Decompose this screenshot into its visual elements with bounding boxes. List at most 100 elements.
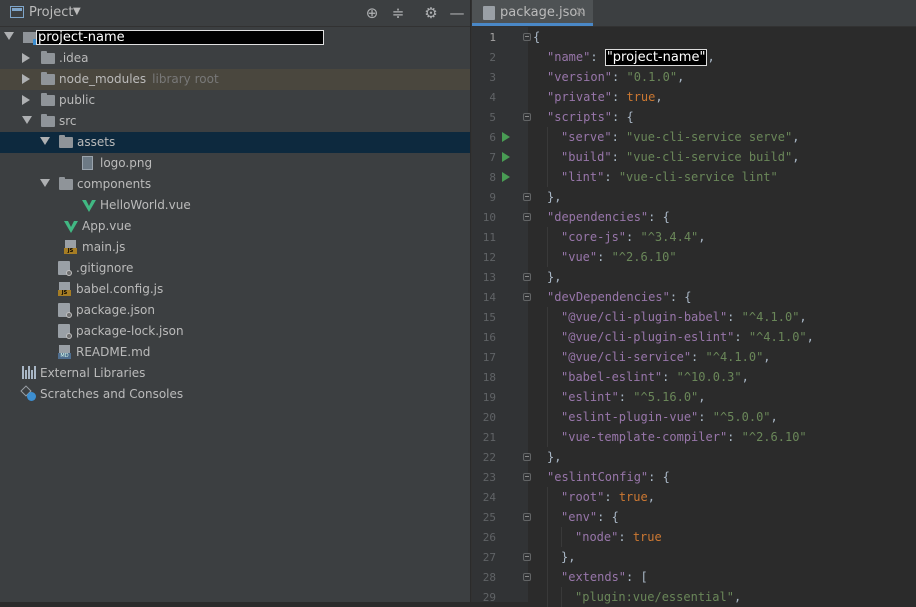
folder-icon: [41, 72, 55, 85]
code-line: "scripts": {: [547, 107, 634, 127]
tree-row-external-libraries[interactable]: External Libraries: [0, 363, 470, 384]
json-file-icon: [483, 6, 495, 20]
fold-toggle-icon[interactable]: [523, 453, 531, 461]
tree-row-src[interactable]: src: [0, 111, 470, 132]
tree-row-components[interactable]: components: [0, 174, 470, 195]
run-script-icon[interactable]: [502, 132, 510, 142]
line-number: 20: [482, 411, 496, 424]
tree-row-readme-md[interactable]: MD README.md: [0, 342, 470, 363]
indent-guide: [547, 507, 548, 527]
fold-toggle-icon[interactable]: [523, 293, 531, 301]
tab-package-json[interactable]: package.json ×: [472, 0, 593, 26]
fold-toggle-icon[interactable]: [523, 213, 531, 221]
fold-toggle-icon[interactable]: [523, 273, 531, 281]
collapse-all-icon[interactable]: ≑: [388, 3, 408, 23]
punctuation: : {: [648, 210, 670, 224]
indent-guide: [547, 547, 548, 567]
punctuation: :: [691, 350, 706, 364]
chevron-down-icon[interactable]: [40, 179, 50, 187]
fold-toggle-icon[interactable]: [523, 573, 531, 581]
line-number: 24: [482, 491, 496, 504]
tree-row-idea[interactable]: .idea: [0, 48, 470, 69]
line-number: 10: [482, 211, 496, 224]
fold-toggle-icon[interactable]: [523, 193, 531, 201]
run-script-icon[interactable]: [502, 172, 510, 182]
tree-label-text: .gitignore: [76, 261, 134, 275]
json-key: "scripts": [547, 110, 613, 124]
fold-toggle-icon[interactable]: [523, 553, 531, 561]
chevron-down-icon[interactable]: ▼: [73, 6, 81, 17]
punctuation: ,: [647, 490, 655, 504]
punctuation: ,: [698, 230, 706, 244]
indent-guide: [547, 427, 548, 447]
json-key: "root": [561, 490, 605, 504]
chevron-right-icon[interactable]: [22, 95, 30, 105]
chevron-down-icon[interactable]: [22, 116, 32, 124]
code-line: "build": "vue-cli-service build",: [561, 147, 799, 167]
tree-row-package-json[interactable]: package.json: [0, 300, 470, 321]
indent-guide: [547, 567, 548, 587]
project-folder-icon: [23, 32, 39, 45]
indent-guide: [547, 587, 548, 607]
fold-toggle-icon[interactable]: [523, 473, 531, 481]
tree-row-logo-png[interactable]: logo.png: [0, 153, 470, 174]
tree-row-project-name[interactable]: project-name: [0, 27, 470, 48]
line-number: 14: [482, 291, 496, 304]
json-string: "^5.16.0": [633, 390, 699, 404]
fold-toggle-icon[interactable]: [523, 33, 531, 41]
code-line: },: [547, 267, 561, 287]
run-script-icon[interactable]: [502, 152, 510, 162]
line-number: 18: [482, 371, 496, 384]
tree-row-public[interactable]: public: [0, 90, 470, 111]
tree-label-text: main.js: [82, 240, 126, 254]
tree-row-package-lock-json[interactable]: package-lock.json: [0, 321, 470, 342]
project-view-title[interactable]: Project: [29, 5, 73, 20]
tree-row-assets[interactable]: assets: [0, 132, 470, 153]
fold-toggle-icon[interactable]: [523, 113, 531, 121]
fold-toggle-icon[interactable]: [523, 513, 531, 521]
close-icon[interactable]: ×: [575, 4, 585, 18]
tree-label-text: package.json: [76, 303, 156, 317]
image-file-icon: [82, 156, 93, 170]
gear-icon[interactable]: ⚙: [421, 3, 441, 23]
tree-row-main-js[interactable]: JS main.js: [0, 237, 470, 258]
code-line: "core-js": "^3.4.4",: [561, 227, 706, 247]
tree-row-babel-config-js[interactable]: JS babel.config.js: [0, 279, 470, 300]
code-line: "eslint-plugin-vue": "^5.0.0",: [561, 407, 778, 427]
code-line: "vue-template-compiler": "^2.6.10": [561, 427, 807, 447]
tree-row-gitignore[interactable]: .gitignore: [0, 258, 470, 279]
line-number: 12: [482, 251, 496, 264]
json-string: "0.1.0": [626, 70, 678, 84]
minimize-icon[interactable]: —: [447, 3, 467, 23]
tree-label: project-name: [38, 30, 125, 45]
code-line: "extends": [: [561, 567, 648, 587]
locate-icon[interactable]: ⊕: [362, 3, 382, 23]
punctuation: {: [533, 30, 541, 44]
punctuation: :: [662, 370, 677, 384]
tree-row-scratches-and-consoles[interactable]: Scratches and Consoles: [0, 384, 470, 405]
json-key: "lint": [561, 170, 605, 184]
json-key: "babel-eslint": [561, 370, 663, 384]
json-key: "eslintConfig": [547, 470, 649, 484]
code-line: "@vue/cli-plugin-eslint": "^4.1.0",: [561, 327, 814, 347]
json-key: "vue-template-compiler": [561, 430, 728, 444]
code-line: "@vue/cli-service": "^4.1.0",: [561, 347, 771, 367]
chevron-right-icon[interactable]: [22, 53, 30, 63]
chevron-down-icon[interactable]: [4, 32, 14, 40]
chevron-right-icon[interactable]: [22, 74, 30, 84]
indent-guide: [547, 387, 548, 407]
json-key: "eslint-plugin-vue": [561, 410, 699, 424]
json-string: "^10.0.3": [676, 370, 742, 384]
tree-row-app-vue[interactable]: App.vue: [0, 216, 470, 237]
indent-guide: [547, 347, 548, 367]
chevron-down-icon[interactable]: [40, 137, 50, 145]
tree-label: App.vue: [82, 219, 131, 233]
tree-row-helloworld-vue[interactable]: HelloWorld.vue: [0, 195, 470, 216]
json-string: "^2.6.10": [741, 430, 807, 444]
punctuation: :: [618, 530, 633, 544]
punctuation: :: [727, 430, 742, 444]
code-line: "version": "0.1.0",: [547, 67, 684, 87]
punctuation: :: [612, 90, 627, 104]
tree-row-node-modules[interactable]: node_modules library root: [0, 69, 470, 90]
folder-icon: [41, 114, 55, 127]
